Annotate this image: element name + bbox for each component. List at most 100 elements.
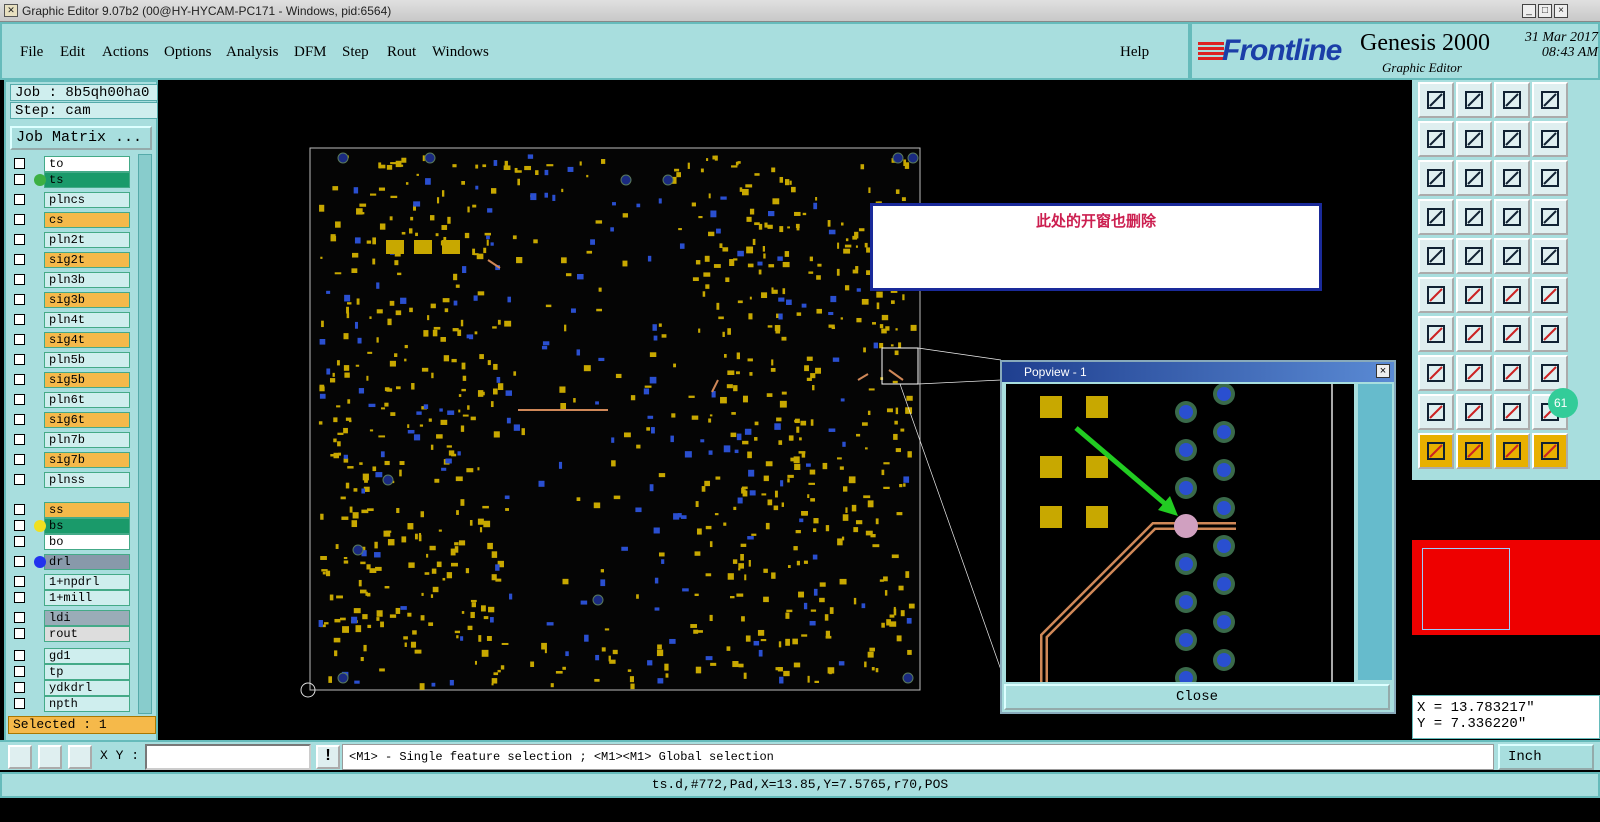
menu-analysis[interactable]: Analysis <box>226 44 279 61</box>
layer-checkbox[interactable] <box>14 454 25 465</box>
pointer-edit-icon[interactable] <box>1494 433 1530 469</box>
layer-name[interactable]: 1+mill <box>44 590 130 606</box>
layer-row[interactable]: sig2t <box>10 252 132 268</box>
grid-icon[interactable] <box>1456 199 1492 235</box>
layer-name[interactable]: sig4t <box>44 332 130 348</box>
layer-name[interactable]: gd1 <box>44 648 130 664</box>
pointer-icon[interactable] <box>1418 433 1454 469</box>
help-icon[interactable] <box>1532 160 1568 196</box>
layer-checkbox[interactable] <box>14 504 25 515</box>
line-draw-icon[interactable] <box>1456 316 1492 352</box>
home-icon[interactable] <box>1494 82 1530 118</box>
layer-name[interactable]: ydkdrl <box>44 680 130 696</box>
layer-checkbox[interactable] <box>14 698 25 709</box>
layer-name[interactable]: to <box>44 156 130 172</box>
snap-icon[interactable] <box>8 745 32 769</box>
layer-checkbox[interactable] <box>14 234 25 245</box>
layer-row[interactable]: 1+npdrl <box>10 574 132 590</box>
menu-options[interactable]: Options <box>164 44 212 61</box>
maximize-button[interactable]: □ <box>1538 4 1552 18</box>
layer-name[interactable]: drl <box>44 554 130 570</box>
layer-name[interactable]: ldi <box>44 610 130 626</box>
layer-row[interactable]: pln7b <box>10 432 132 448</box>
layer-row[interactable]: gd1 <box>10 648 132 664</box>
layer-row[interactable]: ydkdrl <box>10 680 132 696</box>
job-matrix-button[interactable]: Job Matrix ... <box>10 126 152 150</box>
triangle-icon[interactable] <box>1418 394 1454 430</box>
layer-checkbox[interactable] <box>14 556 25 567</box>
layer-row[interactable]: pln6t <box>10 392 132 408</box>
alert-icon[interactable]: ! <box>316 745 340 769</box>
layer-checkbox[interactable] <box>14 354 25 365</box>
pointer-add-icon[interactable] <box>1456 433 1492 469</box>
layer-name[interactable]: ts <box>44 172 130 188</box>
layer-row[interactable]: tp <box>10 664 132 680</box>
redraw-icon[interactable] <box>1494 121 1530 157</box>
layer-name[interactable]: sig5b <box>44 372 130 388</box>
undo-icon[interactable] <box>1494 316 1530 352</box>
menu-step[interactable]: Step <box>342 44 369 61</box>
angle-icon[interactable] <box>38 745 62 769</box>
layers-alt-icon[interactable] <box>1532 199 1568 235</box>
layer-checkbox[interactable] <box>14 334 25 345</box>
layer-name[interactable]: npth <box>44 696 130 712</box>
zoom-left-icon[interactable] <box>1418 121 1454 157</box>
line-drag-icon[interactable] <box>1532 277 1568 313</box>
layer-name[interactable]: tp <box>44 664 130 680</box>
layer-name[interactable]: bs <box>44 518 130 534</box>
layer-list-scrollbar[interactable] <box>138 154 152 714</box>
layer-checkbox[interactable] <box>14 612 25 623</box>
layer-row[interactable]: bo <box>10 534 132 550</box>
layer-checkbox[interactable] <box>14 394 25 405</box>
menu-help[interactable]: Help <box>1120 44 1149 61</box>
fit-line-icon[interactable] <box>1494 355 1530 391</box>
triangle-edit-icon[interactable] <box>1494 394 1530 430</box>
popview-close-icon[interactable]: × <box>1376 364 1390 378</box>
layer-name[interactable]: sig7b <box>44 452 130 468</box>
line-add-icon[interactable] <box>1494 277 1530 313</box>
layer-row[interactable]: sig7b <box>10 452 132 468</box>
layer-checkbox[interactable] <box>14 274 25 285</box>
layer-checkbox[interactable] <box>14 294 25 305</box>
layer-name[interactable]: sig3b <box>44 292 130 308</box>
cross-icon[interactable] <box>1456 277 1492 313</box>
layer-row[interactable]: sig6t <box>10 412 132 428</box>
pad-icon[interactable] <box>1532 238 1568 274</box>
popview-close-button[interactable]: Close <box>1004 684 1390 710</box>
measure-icon[interactable] <box>1494 238 1530 274</box>
layer-name[interactable]: cs <box>44 212 130 228</box>
menu-actions[interactable]: Actions <box>102 44 149 61</box>
layer-row[interactable]: bs <box>10 518 132 534</box>
units-selector[interactable]: Inch <box>1498 744 1594 770</box>
pointer-net-icon[interactable] <box>1532 433 1568 469</box>
layer-row[interactable]: 1+mill <box>10 590 132 606</box>
pan-down-icon[interactable] <box>1456 82 1492 118</box>
layer-row[interactable]: ldi <box>10 610 132 626</box>
slash-icon[interactable] <box>1418 316 1454 352</box>
snap-icon[interactable] <box>1532 121 1568 157</box>
layer-row[interactable]: drl <box>10 554 132 570</box>
layer-checkbox[interactable] <box>14 374 25 385</box>
move-icon[interactable] <box>1456 238 1492 274</box>
layer-row[interactable]: sig5b <box>10 372 132 388</box>
layer-name[interactable]: plncs <box>44 192 130 208</box>
layer-checkbox[interactable] <box>14 414 25 425</box>
layer-name[interactable]: pln2t <box>44 232 130 248</box>
layer-name[interactable]: sig6t <box>44 412 130 428</box>
layer-name[interactable]: plnss <box>44 472 130 488</box>
layer-checkbox[interactable] <box>14 254 25 265</box>
fit-icon[interactable] <box>1418 160 1454 196</box>
layer-row[interactable]: pln3b <box>10 272 132 288</box>
mirror-icon[interactable] <box>1532 316 1568 352</box>
minus-icon[interactable] <box>1456 355 1492 391</box>
menu-file[interactable]: File <box>20 44 43 61</box>
layer-row[interactable]: pln4t <box>10 312 132 328</box>
menu-windows[interactable]: Windows <box>432 44 489 61</box>
layer-checkbox[interactable] <box>14 592 25 603</box>
layer-checkbox[interactable] <box>14 434 25 445</box>
layer-row[interactable]: plncs <box>10 192 132 208</box>
layer-name[interactable]: pln4t <box>44 312 130 328</box>
layer-row[interactable]: cs <box>10 212 132 228</box>
center-icon[interactable] <box>1456 160 1492 196</box>
popview-zoom-view[interactable] <box>1006 384 1354 682</box>
